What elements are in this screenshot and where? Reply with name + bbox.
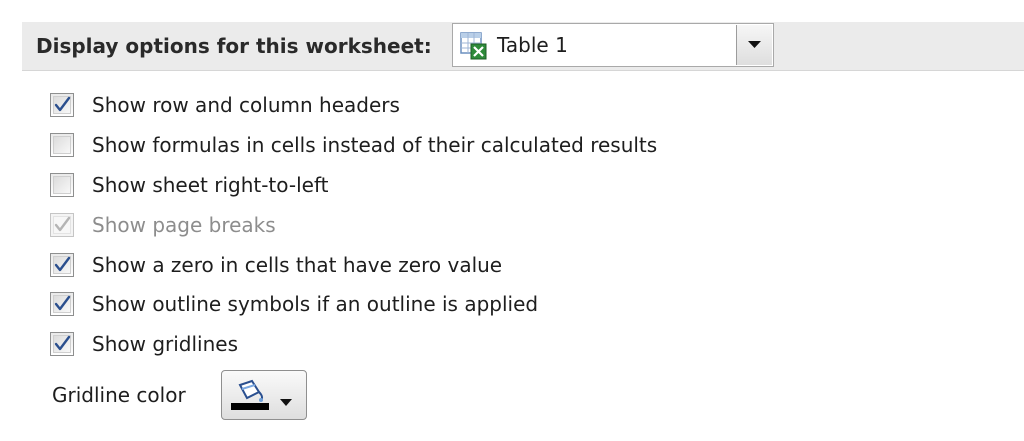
option-checkbox[interactable] — [50, 173, 74, 197]
option-label: Show gridlines — [92, 332, 239, 356]
worksheet-select-value: Table 1 — [497, 33, 568, 57]
option-checkbox[interactable] — [50, 292, 74, 316]
gridline-color-label: Gridline color — [52, 383, 186, 407]
option-checkbox[interactable] — [50, 332, 74, 356]
worksheet-select[interactable]: Table 1 — [452, 23, 774, 67]
option-label: Show a zero in cells that have zero valu… — [92, 253, 503, 277]
option-label: Show outline symbols if an outline is ap… — [92, 292, 539, 316]
option-label: Show page breaks — [92, 213, 276, 237]
option-checkbox[interactable] — [50, 253, 74, 277]
paint-bucket-icon — [231, 379, 275, 415]
checkmark-icon — [54, 335, 71, 351]
chevron-down-icon — [280, 392, 292, 411]
checkmark-icon — [54, 216, 71, 232]
checkmark-icon — [54, 96, 71, 112]
option-label: Show row and column headers — [92, 93, 400, 117]
option-label: Show sheet right-to-left — [92, 173, 329, 197]
option-checkbox[interactable] — [50, 93, 74, 117]
worksheet-icon — [459, 31, 489, 61]
option-checkbox — [50, 213, 74, 237]
option-label: Show formulas in cells instead of their … — [92, 133, 658, 157]
gridline-color-button[interactable] — [221, 370, 307, 420]
worksheet-select-dropdown-button[interactable] — [736, 25, 772, 65]
option-checkbox[interactable] — [50, 133, 74, 157]
checkmark-icon — [54, 256, 71, 272]
checkbox-box — [53, 136, 71, 154]
checkmark-icon — [54, 295, 71, 311]
worksheet-options-label: Display options for this worksheet: — [36, 34, 432, 58]
chevron-down-icon — [748, 41, 761, 48]
checkbox-box — [53, 176, 71, 194]
